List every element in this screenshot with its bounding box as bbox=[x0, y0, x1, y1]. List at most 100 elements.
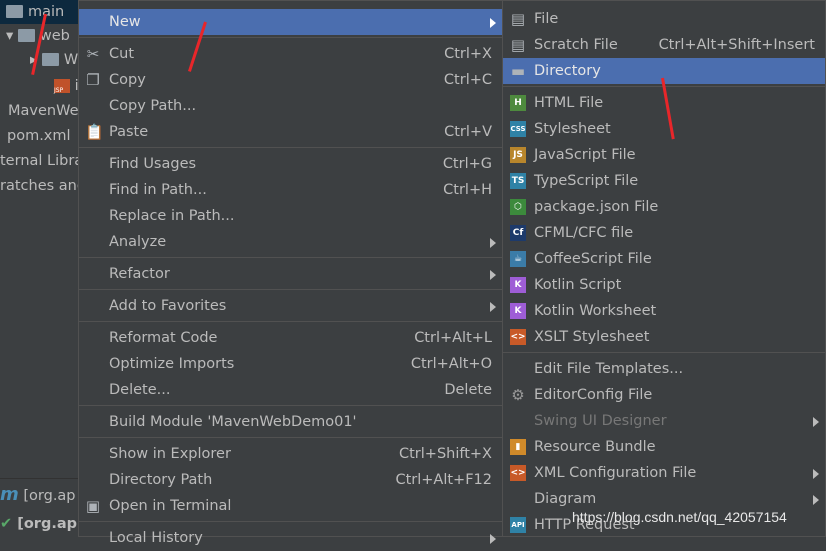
cfml-icon: Cf bbox=[510, 225, 526, 241]
menu-item-label: File bbox=[534, 11, 559, 27]
menu-item-file[interactable]: ▤ File bbox=[503, 6, 825, 32]
menu-item-directory-path[interactable]: Directory Path Ctrl+Alt+F12 bbox=[79, 467, 502, 493]
menu-item-analyze[interactable]: Analyze bbox=[79, 229, 502, 255]
folder-icon bbox=[6, 5, 23, 18]
menu-item-package-json-file[interactable]: ⬡ package.json File bbox=[503, 194, 825, 220]
clipboard-icon: 📋 bbox=[85, 123, 104, 141]
menu-item-label: Open in Terminal bbox=[109, 498, 232, 514]
folder-icon bbox=[17, 29, 35, 42]
tree-item-jsp[interactable]: JSP i bbox=[54, 74, 79, 98]
chevron-right-icon bbox=[490, 534, 496, 544]
menu-item-xslt-stylesheet[interactable]: <> XSLT Stylesheet bbox=[503, 324, 825, 350]
menu-item-label: XSLT Stylesheet bbox=[534, 329, 650, 345]
menu-item-label: Local History bbox=[109, 530, 203, 546]
tree-item-module[interactable]: MavenWe bbox=[8, 99, 79, 123]
menu-item-label: Reformat Code bbox=[109, 330, 218, 346]
menu-item-copy[interactable]: ❐ Copy Ctrl+C bbox=[79, 67, 502, 93]
menu-item-reformat-code[interactable]: Reformat Code Ctrl+Alt+L bbox=[79, 325, 502, 351]
menu-item-label: XML Configuration File bbox=[534, 465, 697, 481]
menu-item-optimize-imports[interactable]: Optimize Imports Ctrl+Alt+O bbox=[79, 351, 502, 377]
ts-file-icon: TS bbox=[510, 173, 526, 189]
folder-icon: ▬ bbox=[510, 62, 526, 80]
menu-item-editorconfig-file[interactable]: ⚙ EditorConfig File bbox=[503, 382, 825, 408]
tree-item-external-libraries[interactable]: ternal Libra bbox=[0, 149, 83, 173]
chevron-right-icon bbox=[813, 417, 819, 427]
menu-item-edit-file-templates[interactable]: Edit File Templates... bbox=[503, 356, 825, 382]
shortcut-label: Ctrl+Alt+O bbox=[410, 356, 492, 372]
js-file-icon: JS bbox=[510, 147, 526, 163]
menu-item-cfml-cfc-file[interactable]: Cf CFML/CFC file bbox=[503, 220, 825, 246]
shortcut-label: Ctrl+C bbox=[443, 72, 492, 88]
menu-item-javascript-file[interactable]: JS JavaScript File bbox=[503, 142, 825, 168]
chevron-right-icon bbox=[813, 495, 819, 505]
menu-item-label: Replace in Path... bbox=[109, 208, 235, 224]
menu-item-label: Kotlin Worksheet bbox=[534, 303, 657, 319]
menu-item-delete[interactable]: Delete... Delete bbox=[79, 377, 502, 403]
tree-item-scratches[interactable]: ratches and bbox=[0, 174, 86, 198]
menu-item-xml-configuration-file[interactable]: <> XML Configuration File bbox=[503, 460, 825, 486]
menu-item-typescript-file[interactable]: TS TypeScript File bbox=[503, 168, 825, 194]
menu-item-stylesheet[interactable]: CSS Stylesheet bbox=[503, 116, 825, 142]
menu-item-label: Find in Path... bbox=[109, 182, 207, 198]
tree-item-main[interactable]: main bbox=[0, 0, 78, 24]
menu-item-label: Directory bbox=[534, 63, 601, 79]
scratch-file-icon: ▤ bbox=[510, 36, 526, 54]
menu-item-label: TypeScript File bbox=[534, 173, 639, 189]
resource-bundle-icon: ▮ bbox=[510, 439, 526, 455]
menu-item-copy-path[interactable]: Copy Path... bbox=[79, 93, 502, 119]
scissors-icon: ✂ bbox=[86, 45, 100, 63]
menu-item-kotlin-script[interactable]: K Kotlin Script bbox=[503, 272, 825, 298]
menu-item-label: CFML/CFC file bbox=[534, 225, 634, 241]
chevron-right-icon bbox=[813, 469, 819, 479]
shortcut-label: Ctrl+Alt+L bbox=[414, 330, 492, 346]
xslt-icon: <> bbox=[510, 329, 526, 345]
chevron-right-icon bbox=[490, 238, 496, 248]
shortcut-label: Ctrl+Shift+X bbox=[399, 446, 492, 462]
menu-item-label: Swing UI Designer bbox=[534, 413, 667, 429]
menu-item-kotlin-worksheet[interactable]: K Kotlin Worksheet bbox=[503, 298, 825, 324]
menu-item-find-usages[interactable]: Find Usages Ctrl+G bbox=[79, 151, 502, 177]
xml-file-icon: <> bbox=[510, 465, 526, 481]
menu-item-refactor[interactable]: Refactor bbox=[79, 261, 502, 287]
menu-item-resource-bundle[interactable]: ▮ Resource Bundle bbox=[503, 434, 825, 460]
menu-item-label: Diagram bbox=[534, 491, 597, 507]
menu-item-new[interactable]: New bbox=[79, 9, 502, 35]
jsp-file-icon: JSP bbox=[54, 79, 70, 94]
copy-icon: ❐ bbox=[86, 71, 100, 89]
tree-item-pom[interactable]: pom.xml bbox=[7, 124, 71, 148]
chevron-right-icon bbox=[490, 18, 496, 28]
menu-item-cut[interactable]: ✂ Cut Ctrl+X bbox=[79, 41, 502, 67]
maven-icon: m bbox=[0, 484, 19, 505]
menu-item-add-to-favorites[interactable]: Add to Favorites bbox=[79, 293, 502, 319]
menu-item-label: New bbox=[109, 14, 141, 30]
menu-item-swing-ui-designer[interactable]: Swing UI Designer bbox=[503, 408, 825, 434]
menu-item-label: Edit File Templates... bbox=[534, 361, 684, 377]
css-file-icon: CSS bbox=[510, 121, 526, 137]
menu-item-replace-in-path[interactable]: Replace in Path... bbox=[79, 203, 502, 229]
menu-item-label: EditorConfig File bbox=[534, 387, 653, 403]
project-tree: main ▾ web ▸ W JSP i MavenWe pom.xml ter… bbox=[0, 0, 86, 537]
menu-item-label: Build Module 'MavenWebDemo01' bbox=[109, 414, 357, 430]
chevron-right-icon bbox=[490, 302, 496, 312]
menu-item-label: Paste bbox=[109, 124, 149, 140]
menu-item-find-in-path[interactable]: Find in Path... Ctrl+H bbox=[79, 177, 502, 203]
menu-item-label: Directory Path bbox=[109, 472, 213, 488]
menu-item-paste[interactable]: 📋 Paste Ctrl+V bbox=[79, 119, 502, 145]
shortcut-label: Ctrl+G bbox=[442, 156, 492, 172]
menu-item-open-in-terminal[interactable]: ▣ Open in Terminal bbox=[79, 493, 502, 519]
api-icon: API bbox=[510, 517, 526, 533]
menu-item-coffeescript-file[interactable]: ☕ CoffeeScript File bbox=[503, 246, 825, 272]
menu-item-label: Kotlin Script bbox=[534, 277, 622, 293]
menu-item-local-history[interactable]: Local History bbox=[79, 525, 502, 551]
menu-item-label: JavaScript File bbox=[534, 147, 636, 163]
shortcut-label: Ctrl+Alt+F12 bbox=[395, 472, 492, 488]
watermark: https://blog.csdn.net/qq_42057154 bbox=[572, 509, 787, 525]
menu-item-label: HTML File bbox=[534, 95, 604, 111]
menu-item-scratch-file[interactable]: ▤ Scratch File Ctrl+Alt+Shift+Insert bbox=[503, 32, 825, 58]
nodejs-icon: ⬡ bbox=[510, 199, 526, 215]
shortcut-label: Delete bbox=[444, 382, 492, 398]
kotlin-icon: K bbox=[510, 277, 526, 293]
context-menu: New ✂ Cut Ctrl+X ❐ Copy Ctrl+C Copy Path... 📋 Pas… bbox=[78, 0, 503, 546]
menu-item-show-in-explorer[interactable]: Show in Explorer Ctrl+Shift+X bbox=[79, 441, 502, 467]
menu-item-build-module-mavenwebdemo01[interactable]: Build Module 'MavenWebDemo01' bbox=[79, 409, 502, 435]
